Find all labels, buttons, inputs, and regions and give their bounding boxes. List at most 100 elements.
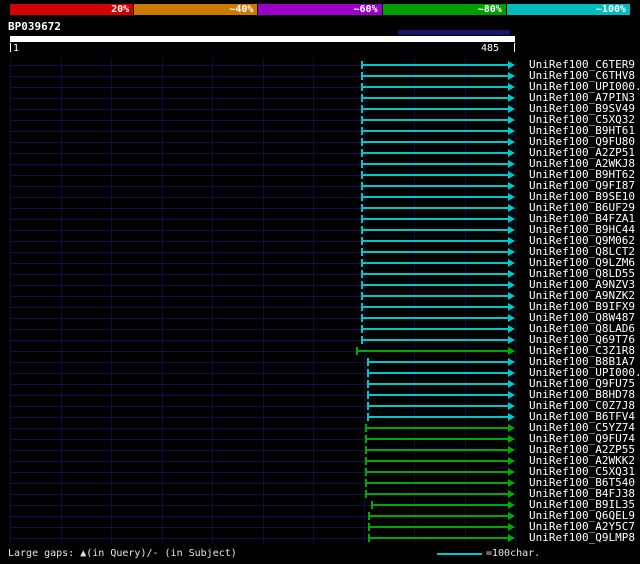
- hit-alignment-bar[interactable]: [367, 416, 508, 418]
- identity-scale-segment: ~40%: [134, 4, 259, 15]
- hit-start-tick: [360, 292, 363, 300]
- hit-start-tick: [367, 413, 370, 421]
- arrowhead-icon: [508, 281, 515, 289]
- hit-alignment-bar[interactable]: [360, 284, 508, 286]
- hit-alignment-bar[interactable]: [360, 174, 508, 176]
- hit-alignment-bar[interactable]: [368, 526, 508, 528]
- hit-alignment-bar[interactable]: [365, 438, 508, 440]
- hit-start-tick: [365, 457, 368, 465]
- hit-alignment-bar[interactable]: [360, 108, 508, 110]
- arrowhead-icon: [508, 171, 515, 179]
- hit-label[interactable]: UniRef100_Q9LMP8: [529, 532, 635, 543]
- hit-alignment-bar[interactable]: [355, 350, 508, 352]
- arrowhead-icon: [508, 127, 515, 135]
- hit-start-tick: [360, 83, 363, 91]
- hit-alignment-bar[interactable]: [365, 471, 508, 473]
- hit-alignment-bar[interactable]: [360, 240, 508, 242]
- arrowhead-icon: [508, 446, 515, 454]
- hit-alignment-bar[interactable]: [360, 185, 508, 187]
- hit-alignment-bar[interactable]: [360, 306, 508, 308]
- blast-graphical-overview: 20% ~40% ~60% ~80% ~100% BP039672 1 485 UniR…: [0, 0, 640, 564]
- arrowhead-icon: [508, 424, 515, 432]
- plot-gridline: [515, 58, 516, 544]
- arrowhead-icon: [508, 358, 515, 366]
- identity-scale-tick-label: ~100%: [595, 4, 627, 15]
- query-start-coord: 1: [13, 43, 20, 54]
- hit-alignment-bar[interactable]: [365, 482, 508, 484]
- hit-start-tick: [360, 226, 363, 234]
- hit-alignment-bar[interactable]: [367, 405, 508, 407]
- arrowhead-icon: [508, 270, 515, 278]
- hit-alignment-bar[interactable]: [360, 163, 508, 165]
- hit-start-tick: [360, 248, 363, 256]
- hit-alignment-bar[interactable]: [360, 295, 508, 297]
- arrowhead-icon: [508, 193, 515, 201]
- arrowhead-icon: [508, 512, 515, 520]
- hit-alignment-bar[interactable]: [360, 130, 508, 132]
- hit-alignment-bar[interactable]: [365, 427, 508, 429]
- query-end-tick: [514, 43, 515, 52]
- hit-alignment-bar[interactable]: [360, 75, 508, 77]
- hit-alignment-bar[interactable]: [365, 449, 508, 451]
- hit-alignment-bar[interactable]: [360, 262, 508, 264]
- hit-alignment-bar[interactable]: [360, 339, 508, 341]
- arrowhead-icon: [508, 391, 515, 399]
- query-name: BP039672: [8, 20, 61, 33]
- arrowhead-icon: [508, 402, 515, 410]
- identity-scale-tick-label: ~80%: [477, 4, 502, 15]
- hit-alignment-bar[interactable]: [360, 64, 508, 66]
- arrowhead-icon: [508, 116, 515, 124]
- hit-start-tick: [360, 314, 363, 322]
- hit-start-tick: [360, 281, 363, 289]
- arrowhead-icon: [508, 292, 515, 300]
- hit-start-tick: [360, 72, 363, 80]
- arrowhead-icon: [508, 314, 515, 322]
- arrowhead-icon: [508, 380, 515, 388]
- hit-alignment-bar[interactable]: [360, 141, 508, 143]
- hit-alignment-bar[interactable]: [368, 537, 508, 539]
- hit-alignment-bar[interactable]: [367, 361, 508, 363]
- hit-start-tick: [360, 270, 363, 278]
- query-start-tick: [10, 43, 11, 52]
- hit-alignment-bar[interactable]: [360, 251, 508, 253]
- hit-start-tick: [371, 501, 374, 509]
- hit-alignment-bar[interactable]: [360, 119, 508, 121]
- hit-alignment-bar[interactable]: [365, 460, 508, 462]
- hit-alignment-bar[interactable]: [360, 317, 508, 319]
- arrowhead-icon: [508, 138, 515, 146]
- hit-start-tick: [360, 61, 363, 69]
- hit-start-tick: [367, 380, 370, 388]
- hit-start-tick: [360, 116, 363, 124]
- identity-scale-segment: 20%: [10, 4, 135, 15]
- arrowhead-icon: [508, 435, 515, 443]
- arrowhead-icon: [508, 490, 515, 498]
- hit-start-tick: [360, 193, 363, 201]
- hit-alignment-bar[interactable]: [367, 394, 508, 396]
- hit-start-tick: [365, 435, 368, 443]
- hit-alignment-bar[interactable]: [360, 86, 508, 88]
- hit-start-tick: [360, 325, 363, 333]
- hit-alignment-bar[interactable]: [360, 207, 508, 209]
- arrowhead-icon: [508, 61, 515, 69]
- arrowhead-icon: [508, 215, 515, 223]
- hit-alignment-bar[interactable]: [360, 328, 508, 330]
- hit-alignment-bar[interactable]: [360, 273, 508, 275]
- hit-alignment-bar[interactable]: [360, 97, 508, 99]
- hit-alignment-bar[interactable]: [360, 196, 508, 198]
- hit-alignment-bar[interactable]: [360, 218, 508, 220]
- legend-scale-line: [437, 553, 482, 555]
- hit-start-tick: [367, 358, 370, 366]
- hit-alignment-bar[interactable]: [371, 504, 508, 506]
- hit-alignment-bar[interactable]: [368, 515, 508, 517]
- hit-alignment-bar[interactable]: [360, 152, 508, 154]
- identity-scale-bar: 20% ~40% ~60% ~80% ~100%: [10, 4, 631, 15]
- identity-scale-segment: ~60%: [258, 4, 383, 15]
- legend-label: =100char.: [486, 548, 541, 559]
- hit-alignment-bar[interactable]: [367, 383, 508, 385]
- hit-alignment-bar[interactable]: [367, 372, 508, 374]
- hit-alignment-bar[interactable]: [360, 229, 508, 231]
- hit-start-tick: [360, 149, 363, 157]
- hits-plot: UniRef100_C6TER9 UniRef100_C6THV8 UniRef10…: [0, 58, 640, 544]
- hit-alignment-bar[interactable]: [365, 493, 508, 495]
- identity-scale-tick-label: 20%: [111, 4, 130, 15]
